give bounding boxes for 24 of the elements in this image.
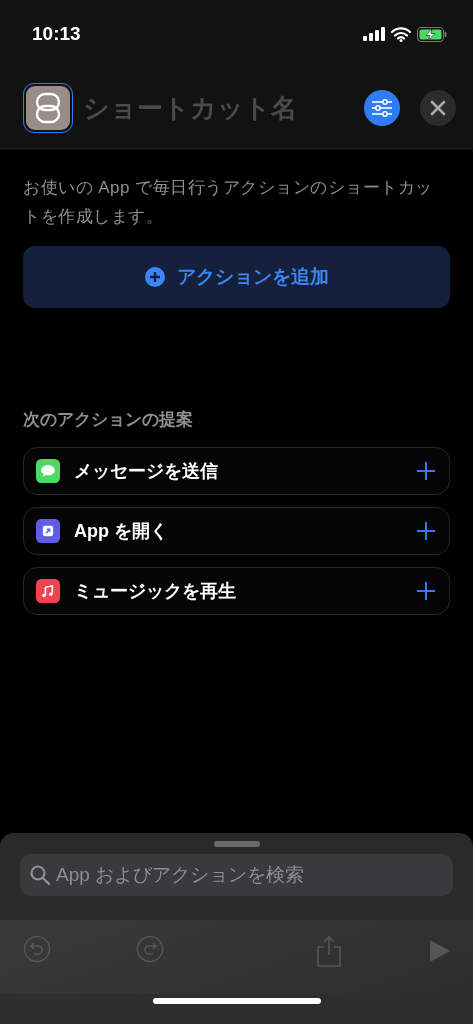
suggestion-row[interactable]: ミュージックを再生 — [23, 567, 450, 615]
add-icon[interactable] — [417, 582, 435, 600]
section-title: 次のアクションの提案 — [23, 409, 194, 431]
suggestion-row[interactable]: メッセージを送信 — [23, 447, 450, 495]
search-field[interactable]: App およびアクションを検索 — [20, 854, 453, 896]
close-icon — [430, 100, 446, 116]
status-time: 10:13 — [32, 23, 81, 45]
sheet-grabber[interactable] — [213, 841, 260, 847]
shortcut-icon[interactable] — [23, 83, 73, 133]
add-icon[interactable] — [417, 462, 435, 480]
settings-button[interactable] — [364, 90, 400, 126]
settings-icon — [371, 98, 393, 118]
description-text: お使いの App で毎日行うアクションのショートカットを作成します。 — [23, 177, 434, 228]
add-action-button[interactable]: アクションを追加 — [23, 246, 450, 308]
plus-circle-icon — [144, 267, 165, 287]
suggestion-label: メッセージを送信 — [74, 460, 219, 483]
wifi-icon — [391, 26, 411, 42]
signal-icon — [363, 27, 385, 41]
suggestion-row[interactable]: App を開く — [23, 507, 450, 555]
battery-charging-icon — [417, 26, 447, 42]
suggestion-label: ミュージックを再生 — [74, 580, 237, 603]
suggestion-label: App を開く — [74, 520, 169, 543]
add-icon[interactable] — [417, 522, 435, 540]
close-button[interactable] — [420, 90, 456, 126]
